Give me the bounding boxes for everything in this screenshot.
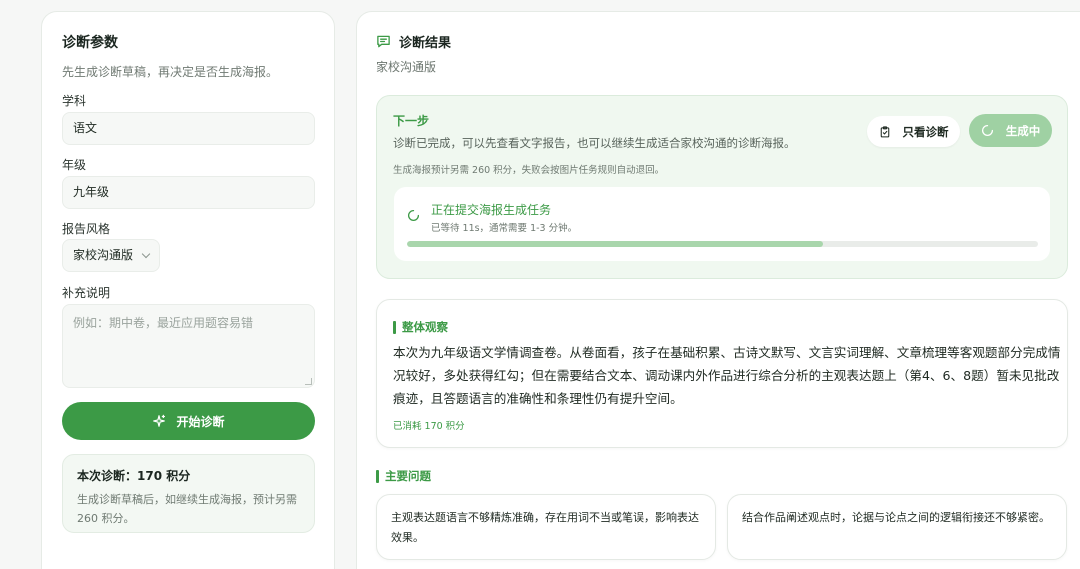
next-step-card: 下一步 诊断已完成，可以先查看文字报告，也可以继续生成适合家校沟通的诊断海报。 … <box>376 95 1068 279</box>
note-label: 补充说明 <box>62 286 111 300</box>
progress-bar <box>407 241 1038 247</box>
cost-description: 生成诊断草稿后，如继续生成海报，预计另需 260 积分。 <box>77 493 297 525</box>
observation-body: 本次为九年级语文学情调查卷。从卷面看，孩子在基础积累、古诗文默写、文言实词理解、… <box>393 345 1061 406</box>
grade-input[interactable]: 九年级 <box>62 176 315 209</box>
generate-poster-button[interactable]: 生成中 <box>969 114 1052 147</box>
start-diagnosis-button[interactable]: 开始诊断 <box>62 402 315 440</box>
params-subtitle: 先生成诊断草稿，再决定是否生成海报。 <box>62 65 279 79</box>
clipboard-check-icon <box>880 125 889 137</box>
view-diagnosis-label: 只看诊断 <box>902 124 949 139</box>
section-marker <box>376 469 379 483</box>
chevron-down-icon <box>141 249 151 259</box>
issues-title: 主要问题 <box>385 469 431 483</box>
progress-subtitle: 已等待 11s，通常需要 1-3 分钟。 <box>431 223 578 234</box>
cost-title: 本次诊断：170 积分 <box>77 469 191 483</box>
grade-label: 年级 <box>62 158 87 172</box>
page: 诊断参数 先生成诊断草稿，再决定是否生成海报。 学科 语文 年级 九年级 报告风… <box>0 0 1080 569</box>
style-label: 报告风格 <box>62 222 111 236</box>
style-select[interactable]: 家校沟通版 <box>62 239 160 272</box>
params-title: 诊断参数 <box>62 35 118 51</box>
spinner-icon <box>981 124 993 136</box>
subject-label: 学科 <box>62 94 87 108</box>
progress-box: 正在提交海报生成任务 已等待 11s，通常需要 1-3 分钟。 <box>394 187 1050 261</box>
view-diagnosis-button[interactable]: 只看诊断 <box>867 116 960 147</box>
start-button-label: 开始诊断 <box>176 414 225 429</box>
observation-heading: 整体观察 <box>393 319 448 335</box>
progress-bar-fill <box>407 241 824 247</box>
next-step-hint: 生成海报预计另需 260 积分，失败会按图片任务规则自动退回。 <box>393 165 665 176</box>
params-panel: 诊断参数 先生成诊断草稿，再决定是否生成海报。 学科 语文 年级 九年级 报告风… <box>41 11 335 569</box>
sparkle-icon <box>153 414 166 427</box>
generate-poster-label: 生成中 <box>1005 123 1041 138</box>
result-subtitle: 家校沟通版 <box>376 60 437 74</box>
observation-title: 整体观察 <box>402 320 448 334</box>
next-step-title: 下一步 <box>393 114 430 128</box>
result-header: 诊断结果 <box>376 32 451 51</box>
next-step-description: 诊断已完成，可以先查看文字报告，也可以继续生成适合家校沟通的诊断海报。 <box>393 136 796 150</box>
section-marker <box>393 320 396 334</box>
resize-handle-icon[interactable] <box>305 378 312 385</box>
message-square-icon <box>377 35 390 48</box>
result-panel: 诊断结果 家校沟通版 下一步 诊断已完成，可以先查看文字报告，也可以继续生成适合… <box>356 11 1080 569</box>
issue-card: 结合作品阐述观点时，论据与论点之间的逻辑衔接还不够紧密。 <box>727 494 1067 560</box>
style-select-value: 家校沟通版 <box>73 248 134 262</box>
note-placeholder: 例如：期中卷，最近应用题容易错 <box>73 316 254 330</box>
observation-card: 整体观察 本次为九年级语文学情调查卷。从卷面看，孩子在基础积累、古诗文默写、文言… <box>376 299 1068 448</box>
issues-heading: 主要问题 <box>376 468 431 484</box>
progress-title: 正在提交海报生成任务 <box>431 203 552 217</box>
note-textarea[interactable]: 例如：期中卷，最近应用题容易错 <box>62 304 315 388</box>
cost-card: 本次诊断：170 积分 生成诊断草稿后，如继续生成海报，预计另需 260 积分。 <box>62 454 315 533</box>
subject-input[interactable]: 语文 <box>62 112 315 145</box>
observation-cost: 已消耗 170 积分 <box>393 421 465 432</box>
issue-card: 主观表达题语言不够精炼准确，存在用词不当或笔误，影响表达效果。 <box>376 494 716 560</box>
result-title: 诊断结果 <box>399 36 452 51</box>
spinner-icon <box>408 209 420 221</box>
